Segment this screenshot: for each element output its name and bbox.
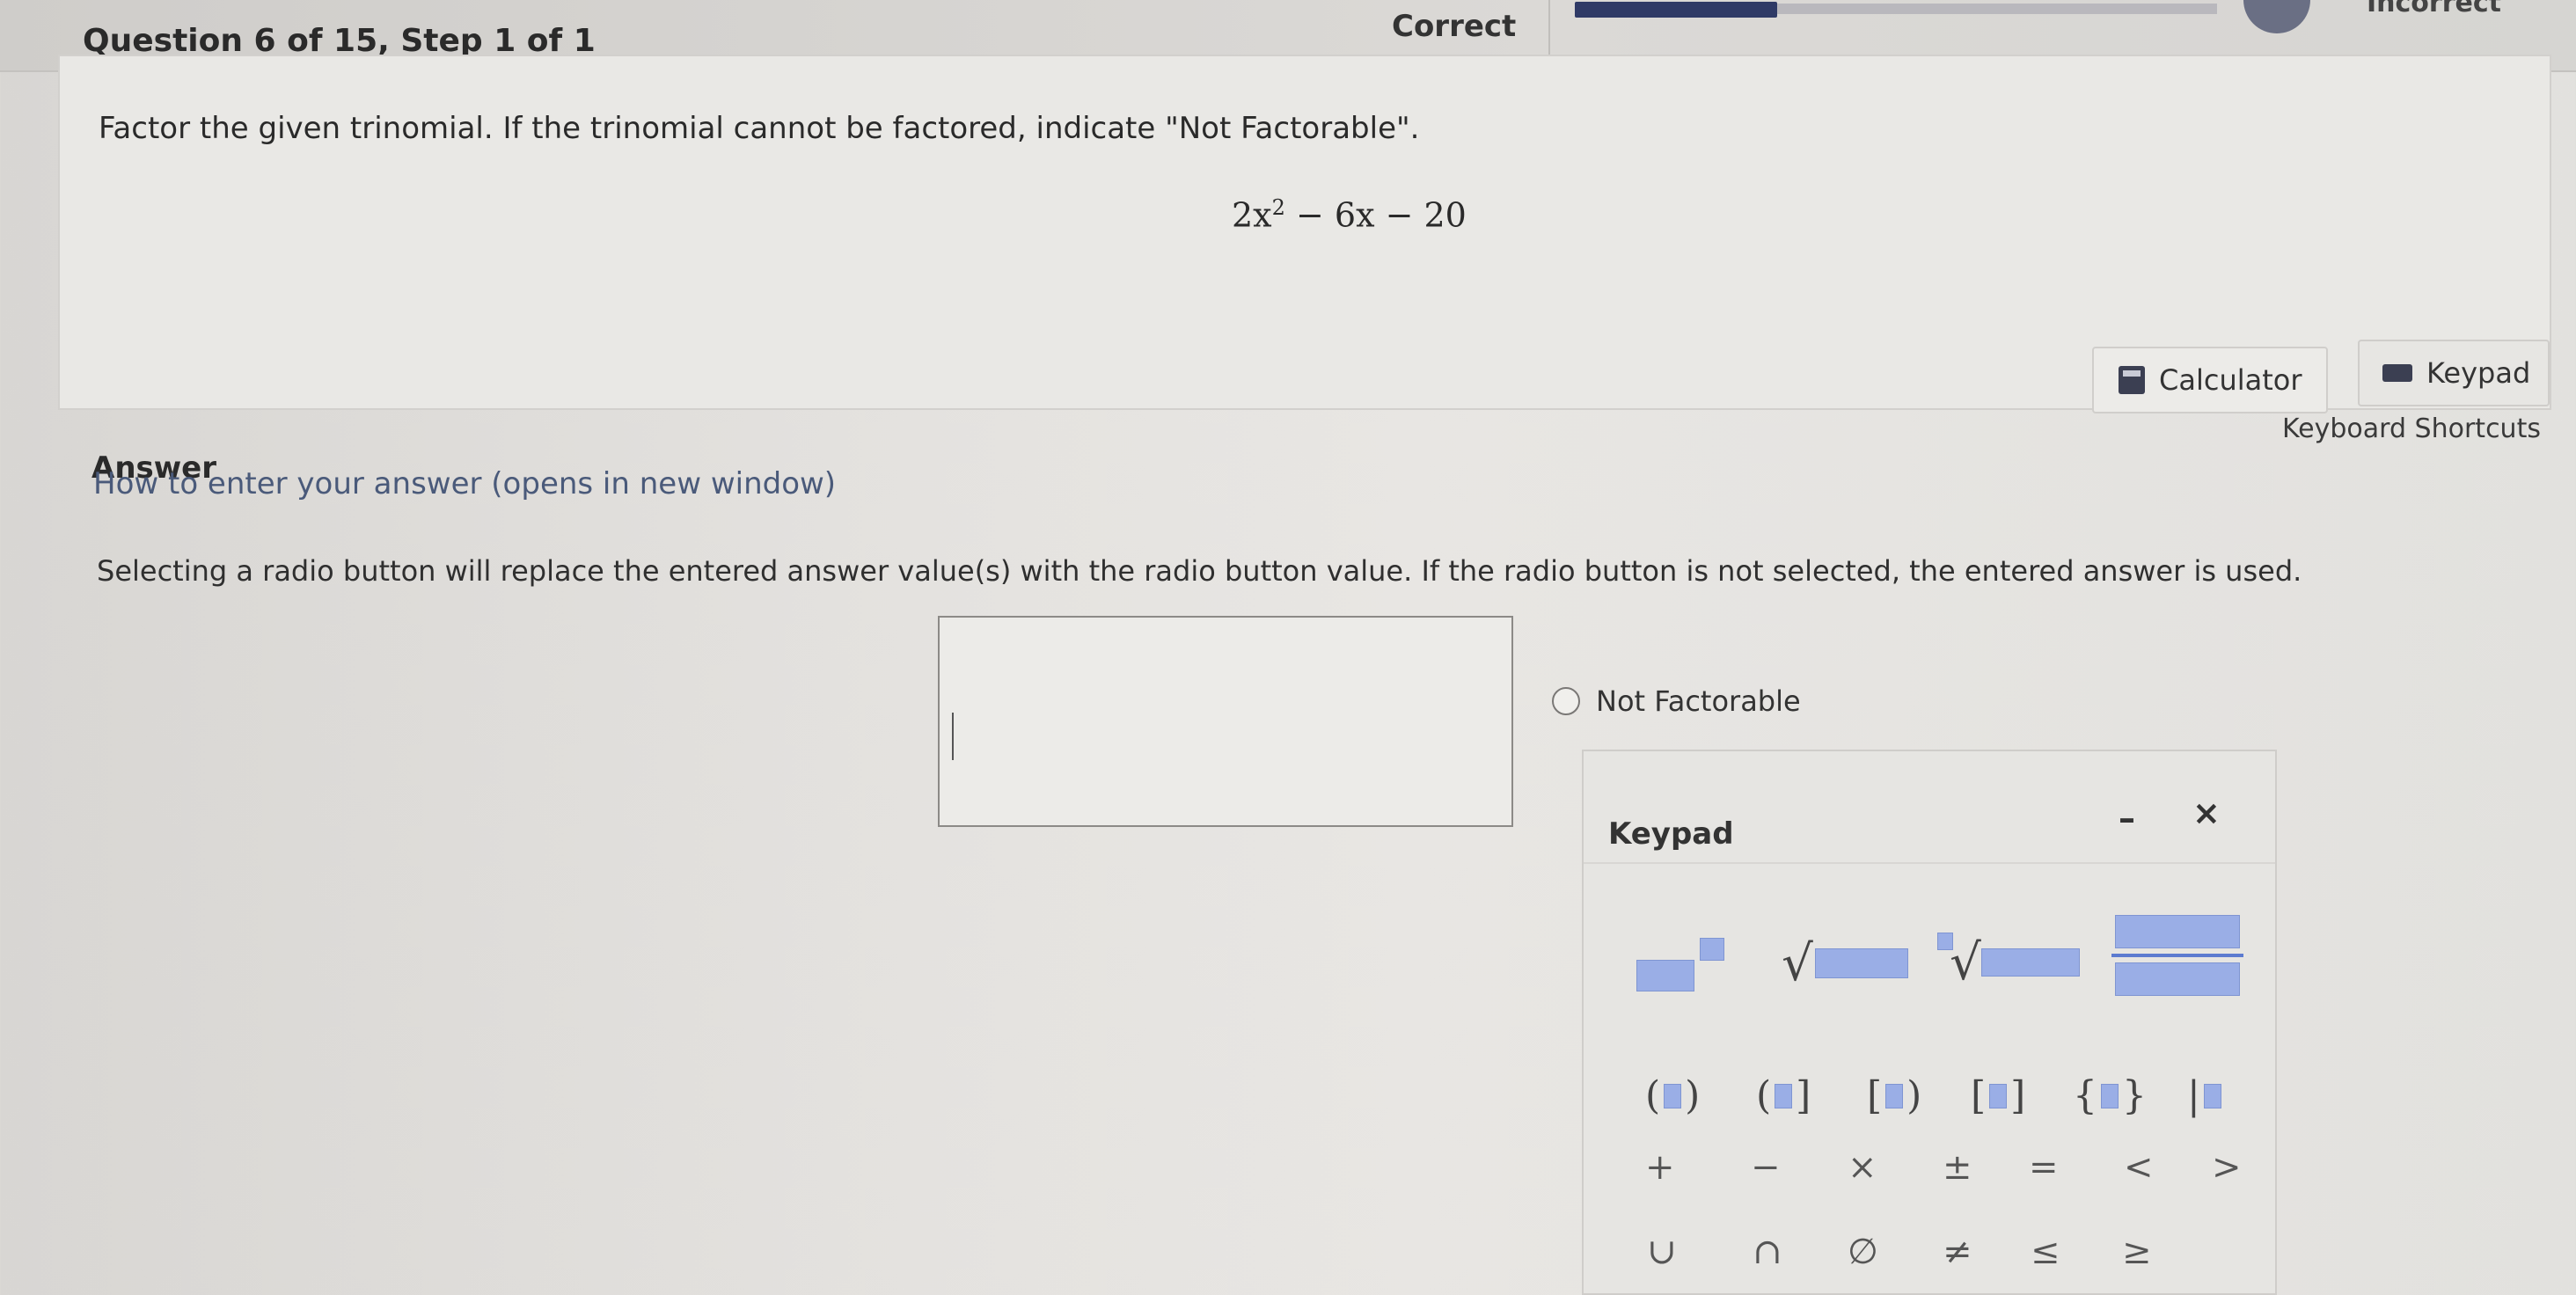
- keypad-title: Keypad: [1608, 816, 1734, 852]
- bracket-close: ): [1685, 1073, 1701, 1118]
- calculator-label: Calculator: [2159, 363, 2302, 397]
- not-factorable-option[interactable]: Not Factorable: [1552, 684, 1801, 718]
- expression-exponent: 2: [1271, 195, 1285, 220]
- open-open-interval-key[interactable]: (): [1645, 1073, 1700, 1118]
- minimize-icon[interactable]: –: [2119, 799, 2135, 838]
- fraction-key[interactable]: [2111, 906, 2243, 1005]
- bracket-close: ): [1906, 1073, 1922, 1118]
- calculator-button[interactable]: Calculator: [2092, 347, 2328, 413]
- nth-root-symbol: √: [1950, 933, 1981, 991]
- greater-than-key[interactable]: >: [2212, 1147, 2242, 1188]
- progress-track: [1777, 4, 2217, 14]
- answer-input[interactable]: [938, 616, 1513, 827]
- less-than-key[interactable]: <: [2124, 1147, 2154, 1188]
- set-placeholder: [2101, 1083, 2119, 1108]
- howto-link[interactable]: How to enter your answer (opens in new w…: [93, 466, 836, 501]
- root-index-placeholder: [1937, 933, 1953, 950]
- nth-root-key[interactable]: √: [1936, 931, 2094, 994]
- plus-minus-key[interactable]: ±: [1943, 1147, 1972, 1188]
- progress-bar: [1575, 2, 1777, 18]
- keypad-button[interactable]: Keypad: [2358, 340, 2550, 406]
- less-equal-key[interactable]: ≤: [2031, 1232, 2060, 1272]
- intersection-key[interactable]: ∩: [1753, 1232, 1782, 1272]
- calculator-icon: [2119, 366, 2145, 394]
- bracket-open: (: [1756, 1073, 1772, 1118]
- closed-closed-interval-key[interactable]: []: [1971, 1073, 2025, 1118]
- bar-open: |: [2187, 1073, 2200, 1118]
- status-correct-tab[interactable]: Correct: [1392, 9, 1516, 44]
- greater-equal-key[interactable]: ≥: [2122, 1232, 2152, 1272]
- bracket-open: [: [1867, 1073, 1883, 1118]
- absolute-value-key[interactable]: |: [2187, 1073, 2225, 1118]
- not-factorable-label: Not Factorable: [1596, 684, 1801, 718]
- equals-key[interactable]: =: [2029, 1147, 2059, 1188]
- trinomial-expression: 2x2 − 6x − 20: [1232, 195, 1467, 235]
- radio-instructions: Selecting a radio button will replace th…: [97, 554, 2302, 588]
- union-key[interactable]: ∪: [1647, 1232, 1677, 1272]
- question-prompt: Factor the given trinomial. If the trino…: [99, 111, 1420, 146]
- times-key[interactable]: ×: [1848, 1147, 1877, 1188]
- interval-placeholder: [1885, 1083, 1904, 1108]
- expression-base: 2x: [1232, 195, 1272, 235]
- status-incorrect-tab[interactable]: Incorrect: [2367, 0, 2501, 18]
- brace-open: {: [2073, 1073, 2097, 1118]
- base-placeholder: [1636, 960, 1694, 991]
- bracket-close: ]: [1796, 1073, 1811, 1118]
- numerator-placeholder: [2115, 915, 2240, 948]
- text-caret: [952, 713, 954, 760]
- bracket-open: [: [1971, 1073, 1987, 1118]
- exponent-key[interactable]: [1628, 924, 1733, 994]
- question-counter: Question 6 of 15, Step 1 of 1: [83, 23, 596, 59]
- minus-key[interactable]: −: [1751, 1147, 1781, 1188]
- square-root-key[interactable]: √: [1779, 933, 1911, 994]
- fraction-bar: [2111, 954, 2243, 957]
- keypad-label: Keypad: [2426, 356, 2531, 390]
- keypad-panel: Keypad – × √ √ () (] [) [] {} | + − × ± …: [1582, 750, 2277, 1295]
- bracket-close: ]: [2010, 1073, 2026, 1118]
- keyboard-icon: [2382, 364, 2412, 382]
- not-equal-key[interactable]: ≠: [1943, 1232, 1972, 1272]
- exponent-placeholder: [1700, 938, 1724, 961]
- interval-placeholder: [1989, 1083, 2008, 1108]
- interval-placeholder: [1664, 1083, 1682, 1108]
- not-factorable-radio[interactable]: [1552, 687, 1580, 715]
- abs-placeholder: [2203, 1083, 2221, 1108]
- open-closed-interval-key[interactable]: (]: [1756, 1073, 1811, 1118]
- keyboard-shortcuts-link[interactable]: Keyboard Shortcuts: [2282, 413, 2541, 444]
- bracket-open: (: [1645, 1073, 1661, 1118]
- brace-close: }: [2122, 1073, 2147, 1118]
- closed-open-interval-key[interactable]: [): [1867, 1073, 1921, 1118]
- interval-placeholder: [1775, 1083, 1793, 1108]
- avatar[interactable]: [2243, 0, 2310, 33]
- radicand-placeholder: [1814, 948, 1908, 978]
- set-braces-key[interactable]: {}: [2073, 1073, 2147, 1118]
- empty-set-key[interactable]: ∅: [1848, 1232, 1878, 1272]
- nth-radicand-placeholder: [1980, 948, 2080, 977]
- close-icon[interactable]: ×: [2192, 794, 2221, 832]
- expression-rest: − 6x − 20: [1284, 195, 1467, 235]
- plus-key[interactable]: +: [1645, 1147, 1675, 1188]
- denominator-placeholder: [2115, 962, 2240, 996]
- sqrt-symbol: √: [1782, 934, 1813, 992]
- keypad-divider: [1584, 862, 2275, 864]
